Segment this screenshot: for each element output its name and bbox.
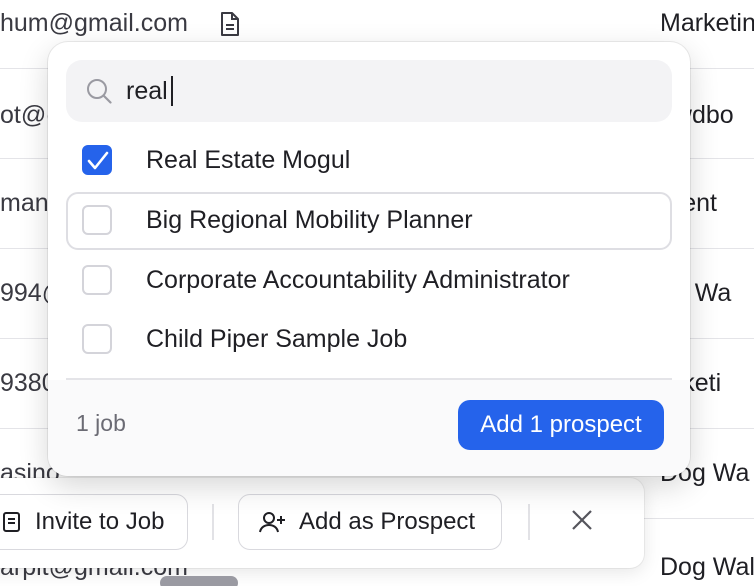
checkbox[interactable] — [82, 324, 112, 354]
add-as-prospect-label: Add as Prospect — [299, 508, 476, 535]
job-option[interactable]: Child Piper Sample Job — [66, 311, 672, 369]
job-cell: Marketin — [660, 9, 754, 37]
job-option-label: Real Estate Mogul — [146, 146, 351, 174]
add-prospect-button[interactable]: Add 1 prospect — [458, 400, 664, 450]
checkbox[interactable] — [82, 205, 112, 235]
divider — [212, 504, 214, 540]
add-as-prospect-button[interactable]: Add as Prospect — [238, 494, 502, 550]
job-picker-popover: real Real Estate Mogul Big Regional Mobi… — [48, 42, 690, 476]
job-option-label: Corporate Accountability Administrator — [146, 266, 570, 294]
job-cell: Dog Wal — [660, 553, 754, 581]
checkmark-icon — [87, 151, 109, 170]
bulk-action-bar: Invite to Job Add as Prospect — [0, 478, 644, 568]
screen: hum@gmail.com Marketin ot@( awdbo mani r… — [0, 0, 754, 586]
divider — [528, 504, 530, 540]
search-box[interactable]: real — [66, 60, 672, 122]
scroll-handle[interactable] — [160, 576, 238, 586]
search-input[interactable]: real — [126, 60, 646, 122]
email-cell: mani — [0, 189, 55, 217]
invite-to-job-button[interactable]: Invite to Job — [0, 494, 188, 550]
text-caret — [170, 76, 173, 106]
job-option-label: Child Piper Sample Job — [146, 325, 408, 353]
job-option[interactable]: Corporate Accountability Administrator — [66, 252, 672, 310]
document-icon[interactable] — [220, 12, 240, 36]
job-option[interactable]: Big Regional Mobility Planner — [66, 192, 672, 250]
close-bar-button[interactable] — [562, 500, 602, 540]
popover-footer: 1 job Add 1 prospect — [48, 380, 690, 476]
job-option[interactable]: Real Estate Mogul — [66, 132, 672, 190]
email-cell: ot@( — [0, 101, 55, 129]
search-icon — [86, 78, 112, 104]
invite-to-job-label: Invite to Job — [35, 508, 165, 535]
selected-count: 1 job — [76, 410, 126, 436]
checkbox[interactable] — [82, 265, 112, 295]
close-icon — [572, 510, 592, 530]
user-plus-icon — [259, 512, 285, 533]
job-option-label: Big Regional Mobility Planner — [146, 206, 473, 234]
search-value: real — [126, 76, 168, 105]
email-cell: hum@gmail.com — [0, 9, 188, 37]
document-icon — [3, 512, 20, 532]
checkbox-checked[interactable] — [82, 145, 112, 175]
